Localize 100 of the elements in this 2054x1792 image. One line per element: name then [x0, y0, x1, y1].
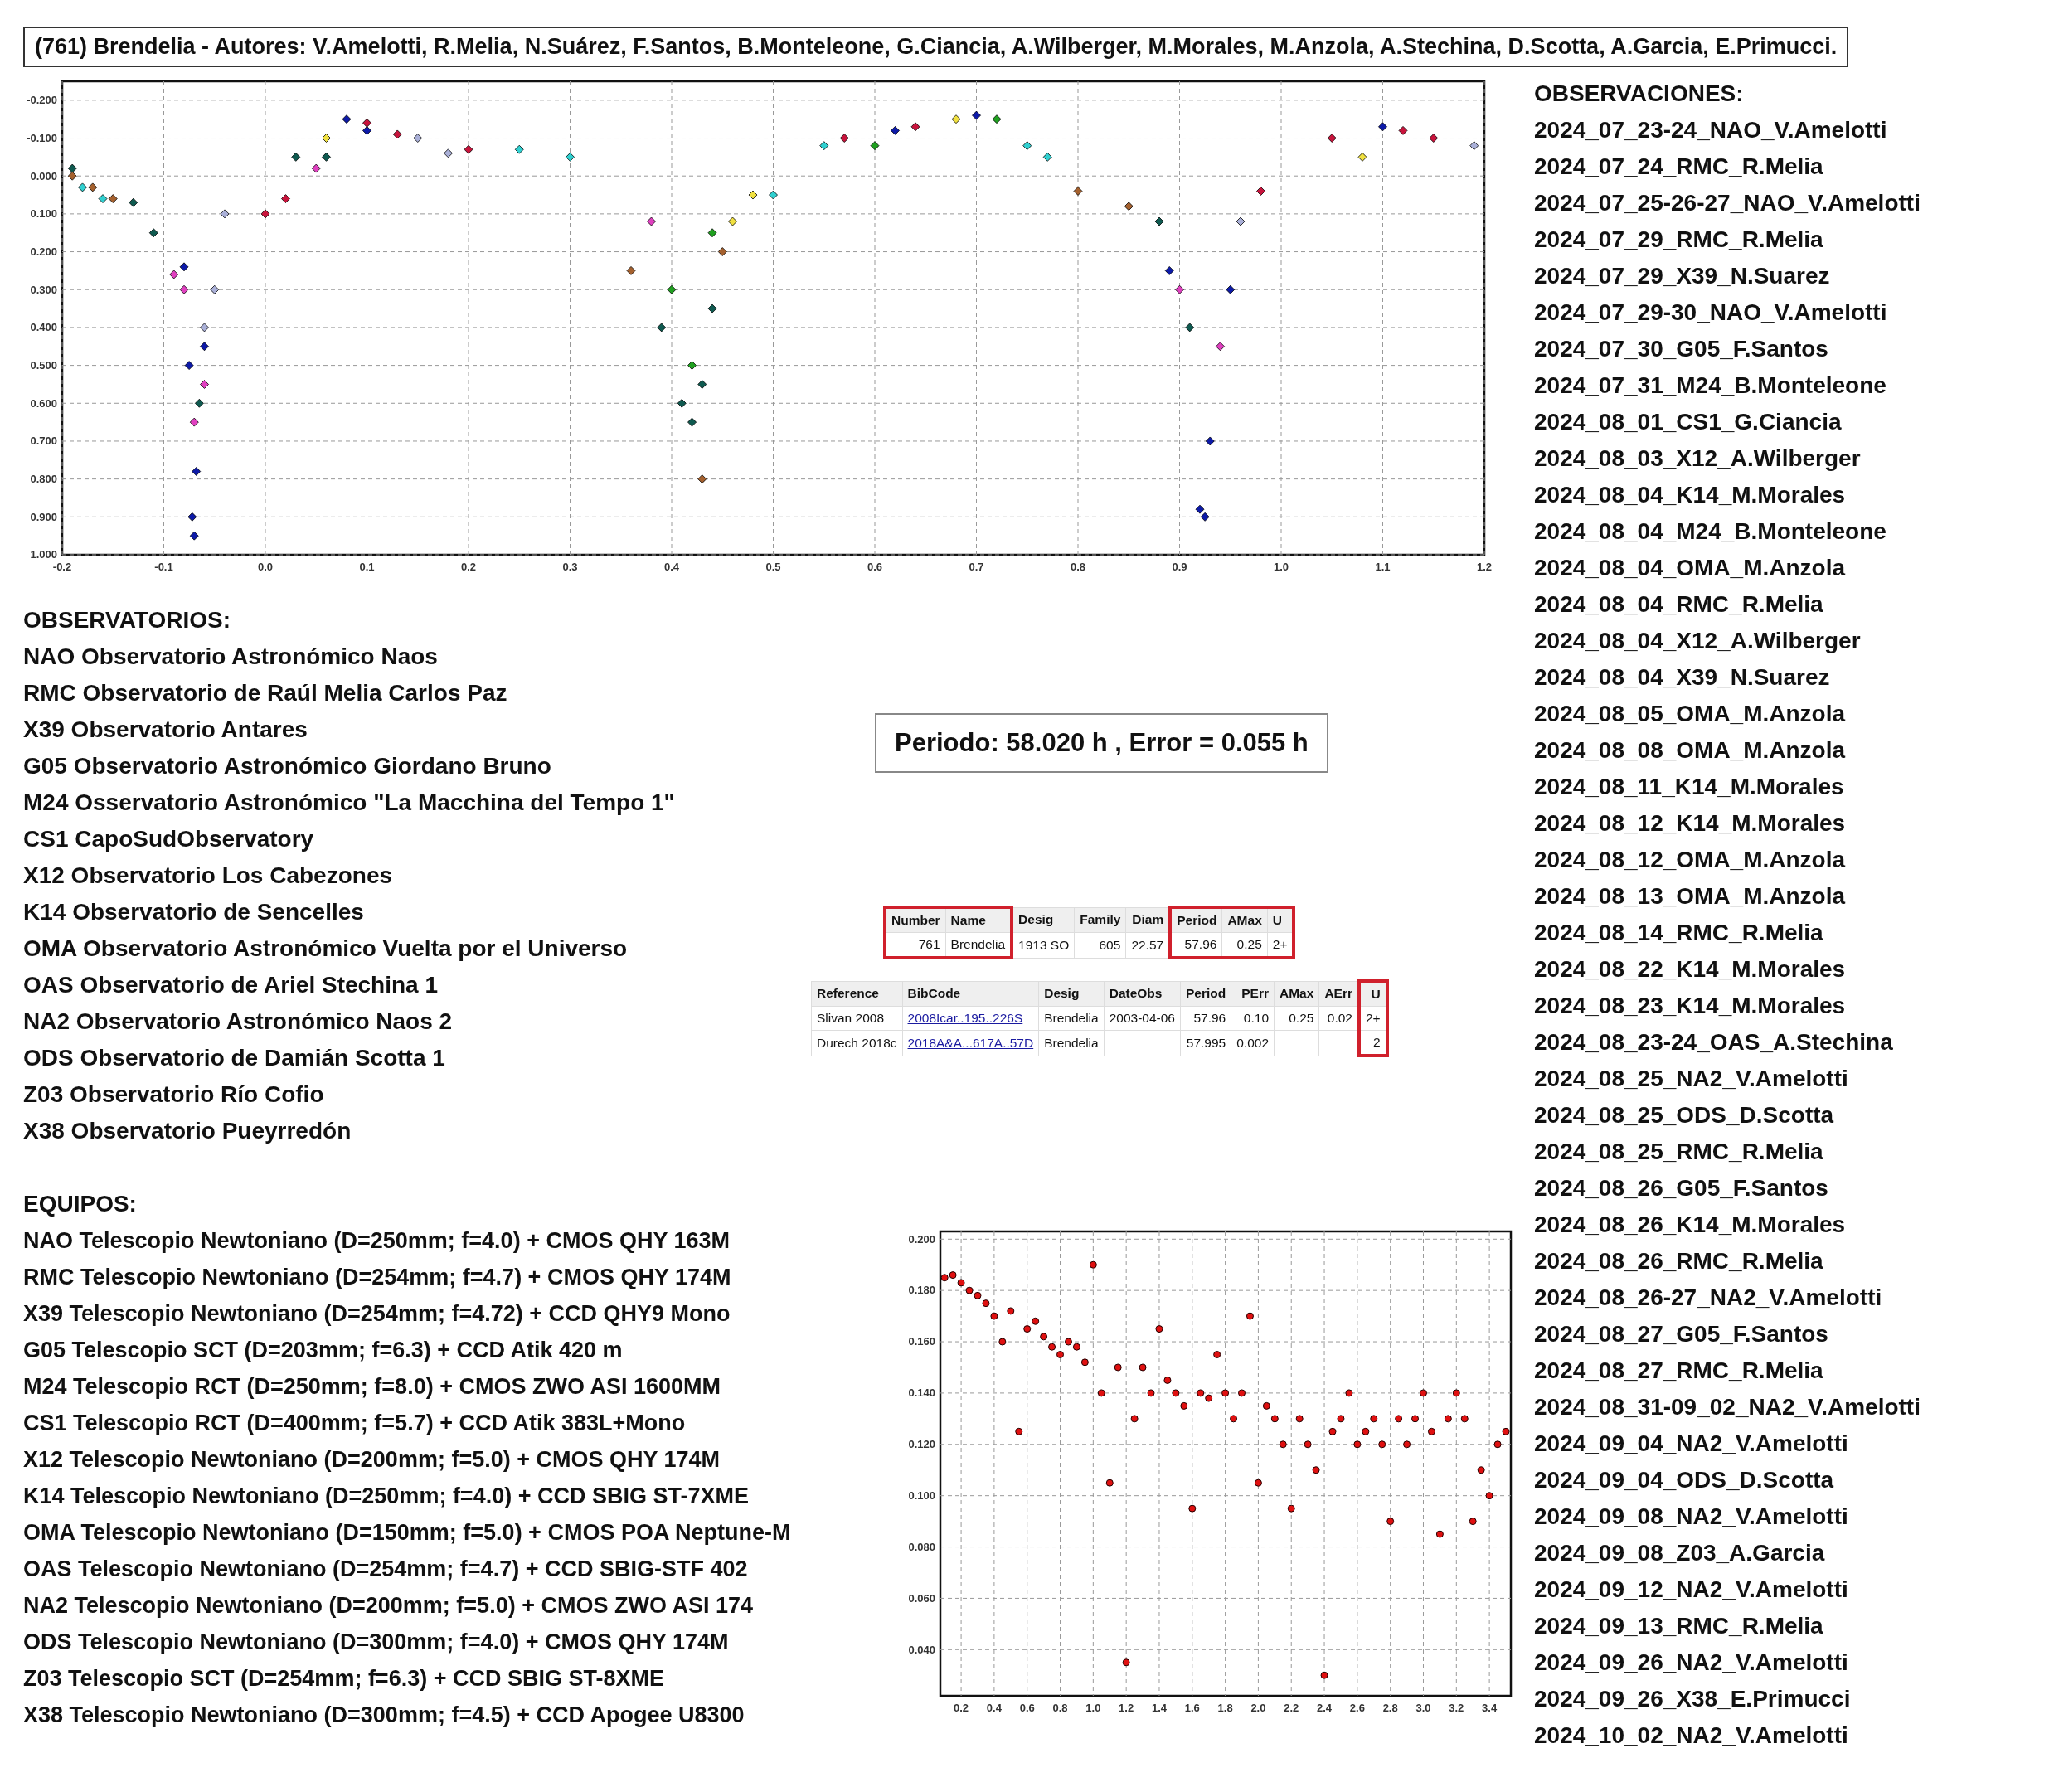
column-header: BibCode	[902, 981, 1039, 1007]
observation-entry: 2024_09_04_ODS_D.Scotta	[1534, 1466, 1834, 1494]
x-tick-label: 0.5	[765, 561, 781, 573]
table-cell: 761	[885, 932, 946, 958]
x-tick-label: 0.0	[257, 561, 274, 573]
x-tick-label: 2.2	[1284, 1702, 1299, 1714]
table-cell: Durech 2018c	[811, 1030, 902, 1056]
y-tick-label: 0.500	[30, 358, 57, 372]
table-cell: 57.96	[1170, 932, 1222, 958]
table-cell: 57.995	[1180, 1030, 1231, 1056]
column-header: U	[1267, 907, 1294, 933]
column-header: Period	[1180, 981, 1231, 1007]
y-tick-label: 0.180	[908, 1284, 935, 1297]
observation-entry: 2024_07_23-24_NAO_V.Amelotti	[1534, 116, 1887, 144]
y-tick-label: 0.300	[30, 283, 57, 296]
x-tick-label: 1.4	[1151, 1702, 1167, 1714]
y-tick-label: -0.200	[27, 94, 57, 107]
observation-entry: 2024_09_26_NA2_V.Amelotti	[1534, 1649, 1848, 1677]
x-tick-label: 3.4	[1482, 1702, 1498, 1714]
observatory-entry: NA2 Observatorio Astronómico Naos 2	[23, 1008, 453, 1036]
y-tick-label: 0.600	[30, 396, 57, 410]
x-tick-label: 1.2	[1476, 561, 1493, 573]
table-cell: Slivan 2008	[811, 1006, 902, 1031]
observation-entry: 2024_08_26_G05_F.Santos	[1534, 1174, 1828, 1202]
column-header: Name	[945, 907, 1012, 933]
x-tick-label: 2.6	[1349, 1702, 1365, 1714]
x-tick-label: 0.1	[359, 561, 375, 573]
observatory-entry: X12 Observatorio Los Cabezones	[23, 862, 393, 890]
table-cell: 2	[1359, 1030, 1387, 1056]
period-result: Periodo: 58.020 h , Error = 0.055 h	[875, 713, 1328, 773]
column-header: Family	[1074, 907, 1126, 933]
observation-entry: 2024_08_04_X12_A.Wilberger	[1534, 627, 1861, 655]
column-header: Reference	[811, 981, 902, 1007]
observation-entry: 2024_07_25-26-27_NAO_V.Amelotti	[1534, 189, 1920, 217]
table-cell: 2003-04-06	[1104, 1006, 1181, 1031]
table-cell	[1274, 1030, 1319, 1056]
observation-entry: 2024_07_29_RMC_R.Melia	[1534, 226, 1823, 254]
y-tick-label: 0.140	[908, 1386, 935, 1400]
column-header: Diam	[1125, 907, 1171, 933]
observation-entry: 2024_08_08_OMA_M.Anzola	[1534, 736, 1846, 765]
table-cell: 0.10	[1231, 1006, 1275, 1031]
observation-entry: 2024_08_22_K14_M.Morales	[1534, 955, 1846, 983]
y-tick-label: 0.080	[908, 1540, 935, 1553]
observatory-entry: OAS Observatorio de Ariel Stechina 1	[23, 971, 438, 999]
observatory-entry: G05 Observatorio Astronómico Giordano Bruno	[23, 752, 551, 780]
x-tick-label: 1.2	[1119, 1702, 1134, 1714]
y-tick-label: 0.900	[30, 510, 57, 523]
table-cell: Brendelia	[1038, 1030, 1105, 1056]
y-tick-label: 0.800	[30, 472, 57, 485]
y-tick-label: -0.100	[27, 131, 57, 144]
observation-entry: 2024_08_25_RMC_R.Melia	[1534, 1138, 1823, 1166]
equipment-entry: OMA Telescopio Newtoniano (D=150mm; f=5.0) + CMOS POA Neptune-M	[23, 1519, 791, 1547]
column-header: PErr	[1231, 981, 1275, 1007]
x-tick-label: 3.2	[1449, 1702, 1464, 1714]
observation-entry: 2024_07_24_RMC_R.Melia	[1534, 153, 1823, 181]
x-tick-label: 0.6	[867, 561, 883, 573]
x-tick-label: 3.0	[1415, 1702, 1431, 1714]
y-tick-label: 0.160	[908, 1335, 935, 1348]
x-tick-label: 0.3	[562, 561, 578, 573]
section-heading: EQUIPOS:	[23, 1190, 137, 1218]
x-tick-label: -0.2	[52, 561, 72, 573]
equipment-entry: M24 Telescopio RCT (D=250mm; f=8.0) + CMOS ZWO ASI 1600MM	[23, 1373, 721, 1401]
y-tick-label: 0.400	[30, 321, 57, 334]
observatory-entry: Z03 Observatorio Río Cofio	[23, 1081, 324, 1109]
observation-entry: 2024_08_27_RMC_R.Melia	[1534, 1357, 1823, 1385]
equipment-entry: NAO Telescopio Newtoniano (D=250mm; f=4.0) + CMOS QHY 163M	[23, 1227, 730, 1255]
observatory-entry: X39 Observatorio Antares	[23, 716, 308, 744]
observatory-entry: K14 Observatorio de Sencelles	[23, 898, 364, 926]
bibcode-link[interactable]: 2008Icar..195..226S	[902, 1006, 1039, 1031]
table-cell: 0.25	[1221, 932, 1268, 958]
column-header: Desig	[1038, 981, 1105, 1007]
table-cell: 605	[1074, 932, 1126, 958]
observation-entry: 2024_08_26_K14_M.Morales	[1534, 1211, 1846, 1239]
observation-entry: 2024_08_04_RMC_R.Melia	[1534, 590, 1823, 619]
observation-entry: 2024_08_23_K14_M.Morales	[1534, 992, 1846, 1020]
table-cell: Brendelia	[1038, 1006, 1105, 1031]
equipment-entry: NA2 Telescopio Newtoniano (D=200mm; f=5.0) + CMOS ZWO ASI 174	[23, 1592, 753, 1620]
observation-entry: 2024_08_01_CS1_G.Ciancia	[1534, 408, 1842, 436]
equipment-entry: Z03 Telescopio SCT (D=254mm; f=6.3) + CCD SBIG ST-8XME	[23, 1665, 664, 1692]
x-tick-label: 1.0	[1273, 561, 1289, 573]
table-cell: 0.002	[1231, 1030, 1275, 1056]
observation-entry: 2024_08_11_K14_M.Morales	[1534, 773, 1844, 801]
bibcode-link[interactable]: 2018A&A...617A..57D	[902, 1030, 1039, 1056]
x-tick-label: 1.0	[1085, 1702, 1101, 1714]
observation-entry: 2024_07_30_G05_F.Santos	[1534, 335, 1828, 363]
observation-entry: 2024_08_12_K14_M.Morales	[1534, 809, 1846, 838]
equipment-entry: X38 Telescopio Newtoniano (D=300mm; f=4.5) + CCD Apogee U8300	[23, 1702, 745, 1729]
title-banner: (761) Brendelia - Autores: V.Amelotti, R.Melia, N.Suárez, F.Santos, B.Monteleone, G.Ciancia, A.Wilberger, M.Morales, M.Anzola, A.Stechina, D.Scotta, A.Garcia, E.Primucci.	[23, 27, 1849, 67]
x-tick-label: 2.0	[1250, 1702, 1266, 1714]
observation-entry: 2024_10_02_NA2_V.Amelotti	[1534, 1722, 1848, 1750]
equipment-entry: X39 Telescopio Newtoniano (D=254mm; f=4.72) + CCD QHY9 Mono	[23, 1300, 731, 1328]
column-header: Period	[1170, 907, 1222, 933]
observation-entry: 2024_09_26_X38_E.Primucci	[1534, 1685, 1851, 1713]
observation-entry: 2024_08_26-27_NA2_V.Amelotti	[1534, 1284, 1882, 1312]
column-header: AMax	[1274, 981, 1319, 1007]
y-tick-label: 0.200	[908, 1232, 935, 1246]
observation-entry: 2024_08_31-09_02_NA2_V.Amelotti	[1534, 1393, 1920, 1421]
observation-entry: 2024_08_04_K14_M.Morales	[1534, 481, 1846, 509]
column-header: Number	[885, 907, 946, 933]
observation-entry: 2024_08_25_ODS_D.Scotta	[1534, 1101, 1834, 1129]
